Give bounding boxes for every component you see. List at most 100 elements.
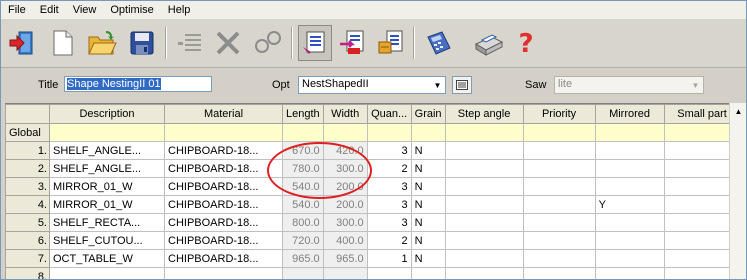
table-row[interactable]: 4. MIRROR_01_W CHIPBOARD-18... 540.0 200.0 3 N… [5, 195, 741, 214]
column-header-material[interactable]: Material [164, 104, 283, 124]
quantity-cell[interactable]: 2 [366, 159, 412, 178]
menu-view[interactable]: View [66, 2, 104, 18]
length-cell[interactable]: 540.0 [282, 195, 324, 214]
global-mirrored-cell[interactable] [594, 123, 665, 142]
grain-cell[interactable]: N [410, 195, 446, 214]
mirrored-cell[interactable] [594, 141, 665, 160]
menu-optimise[interactable]: Optimise [103, 2, 160, 18]
step-angle-cell[interactable] [444, 141, 524, 160]
global-step-angle-cell[interactable] [444, 123, 524, 142]
priority-cell[interactable] [522, 177, 596, 196]
material-cell[interactable] [164, 267, 283, 279]
grain-cell[interactable]: N [410, 141, 446, 160]
mirrored-cell[interactable] [594, 249, 665, 268]
column-header-description[interactable]: Description [49, 104, 165, 124]
column-header-width[interactable]: Width [322, 104, 368, 124]
title-input[interactable]: Shape NestingII 01 [64, 76, 212, 92]
menu-file[interactable]: File [1, 2, 33, 18]
global-priority-cell[interactable] [522, 123, 596, 142]
mirrored-cell[interactable] [594, 267, 665, 279]
table-row[interactable]: 8. [5, 267, 741, 279]
quantity-cell[interactable]: 2 [366, 231, 412, 250]
material-cell[interactable]: CHIPBOARD-18... [164, 177, 283, 196]
list-button[interactable] [173, 25, 207, 61]
description-cell[interactable] [49, 267, 165, 279]
global-description-cell[interactable] [49, 123, 165, 142]
quantity-cell[interactable]: 3 [366, 195, 412, 214]
quantity-cell[interactable]: 3 [366, 213, 412, 232]
length-cell[interactable] [282, 267, 324, 279]
description-cell[interactable]: SHELF_ANGLE... [49, 141, 165, 160]
table-row[interactable]: 5. SHELF_RECTA... CHIPBOARD-18... 800.0 300.… [5, 213, 741, 232]
material-cell[interactable]: CHIPBOARD-18... [164, 231, 283, 250]
step-angle-cell[interactable] [444, 177, 524, 196]
priority-cell[interactable] [522, 213, 596, 232]
grain-cell[interactable] [410, 267, 446, 279]
global-quantity-cell[interactable] [366, 123, 412, 142]
length-cell[interactable]: 965.0 [282, 249, 324, 268]
import-button[interactable] [336, 25, 370, 61]
width-cell[interactable]: 200.0 [322, 195, 368, 214]
width-cell[interactable] [322, 267, 368, 279]
quantity-cell[interactable]: 3 [366, 177, 412, 196]
quantity-cell[interactable] [366, 267, 412, 279]
chevron-down-icon[interactable]: ▼ [430, 77, 445, 93]
link-button[interactable] [251, 25, 285, 61]
opt-settings-button[interactable] [452, 76, 472, 94]
step-angle-cell[interactable] [444, 249, 524, 268]
priority-cell[interactable] [522, 231, 596, 250]
grain-cell[interactable]: N [410, 231, 446, 250]
global-material-cell[interactable] [164, 123, 283, 142]
step-angle-cell[interactable] [444, 159, 524, 178]
width-cell[interactable]: 300.0 [322, 159, 368, 178]
description-cell[interactable]: OCT_TABLE_W [49, 249, 165, 268]
column-header-grain[interactable]: Grain [410, 104, 446, 124]
table-row[interactable]: 3. MIRROR_01_W CHIPBOARD-18... 540.0 200.0 3 N [5, 177, 741, 196]
table-row[interactable]: 2. SHELF_ANGLE... CHIPBOARD-18... 780.0 300.… [5, 159, 741, 178]
length-cell[interactable]: 540.0 [282, 177, 324, 196]
width-cell[interactable]: 420.0 [322, 141, 368, 160]
mirrored-cell[interactable]: Y [594, 195, 665, 214]
global-width-cell[interactable] [322, 123, 368, 142]
column-header-quantity[interactable]: Quan... [366, 104, 412, 124]
menu-help[interactable]: Help [161, 2, 198, 18]
new-button[interactable] [45, 25, 79, 61]
width-cell[interactable]: 965.0 [322, 249, 368, 268]
exit-button[interactable] [5, 25, 39, 61]
column-header-mirrored[interactable]: Mirrored [594, 104, 665, 124]
quantity-cell[interactable]: 1 [366, 249, 412, 268]
priority-cell[interactable] [522, 195, 596, 214]
menu-edit[interactable]: Edit [33, 2, 66, 18]
mirrored-cell[interactable] [594, 231, 665, 250]
parts-list-button[interactable] [298, 25, 332, 61]
table-row[interactable]: 7. OCT_TABLE_W CHIPBOARD-18... 965.0 965.0 1 N [5, 249, 741, 268]
material-cell[interactable]: CHIPBOARD-18... [164, 159, 283, 178]
length-cell[interactable]: 800.0 [282, 213, 324, 232]
material-cell[interactable]: CHIPBOARD-18... [164, 195, 283, 214]
vertical-scrollbar[interactable]: ▲ [729, 103, 746, 279]
report-button[interactable] [374, 25, 408, 61]
grain-cell[interactable]: N [410, 159, 446, 178]
calculator-button[interactable] [421, 25, 455, 61]
table-row[interactable]: 6. SHELF_CUTOU... CHIPBOARD-18... 720.0 400.… [5, 231, 741, 250]
description-cell[interactable]: SHELF_RECTA... [49, 213, 165, 232]
mirrored-cell[interactable] [594, 177, 665, 196]
scroll-up-arrow-icon[interactable]: ▲ [730, 103, 746, 120]
column-header-length[interactable]: Length [282, 104, 324, 124]
global-grain-cell[interactable] [410, 123, 446, 142]
description-cell[interactable]: SHELF_ANGLE... [49, 159, 165, 178]
length-cell[interactable]: 720.0 [282, 231, 324, 250]
priority-cell[interactable] [522, 267, 596, 279]
width-cell[interactable]: 200.0 [322, 177, 368, 196]
material-cell[interactable]: CHIPBOARD-18... [164, 249, 283, 268]
save-button[interactable] [125, 25, 159, 61]
priority-cell[interactable] [522, 141, 596, 160]
description-cell[interactable]: MIRROR_01_W [49, 177, 165, 196]
length-cell[interactable]: 780.0 [282, 159, 324, 178]
material-cell[interactable]: CHIPBOARD-18... [164, 213, 283, 232]
description-cell[interactable]: SHELF_CUTOU... [49, 231, 165, 250]
print-button[interactable] [471, 25, 505, 61]
grain-cell[interactable]: N [410, 249, 446, 268]
opt-select[interactable]: NestShapedII ▼ [298, 76, 446, 94]
grain-cell[interactable]: N [410, 213, 446, 232]
